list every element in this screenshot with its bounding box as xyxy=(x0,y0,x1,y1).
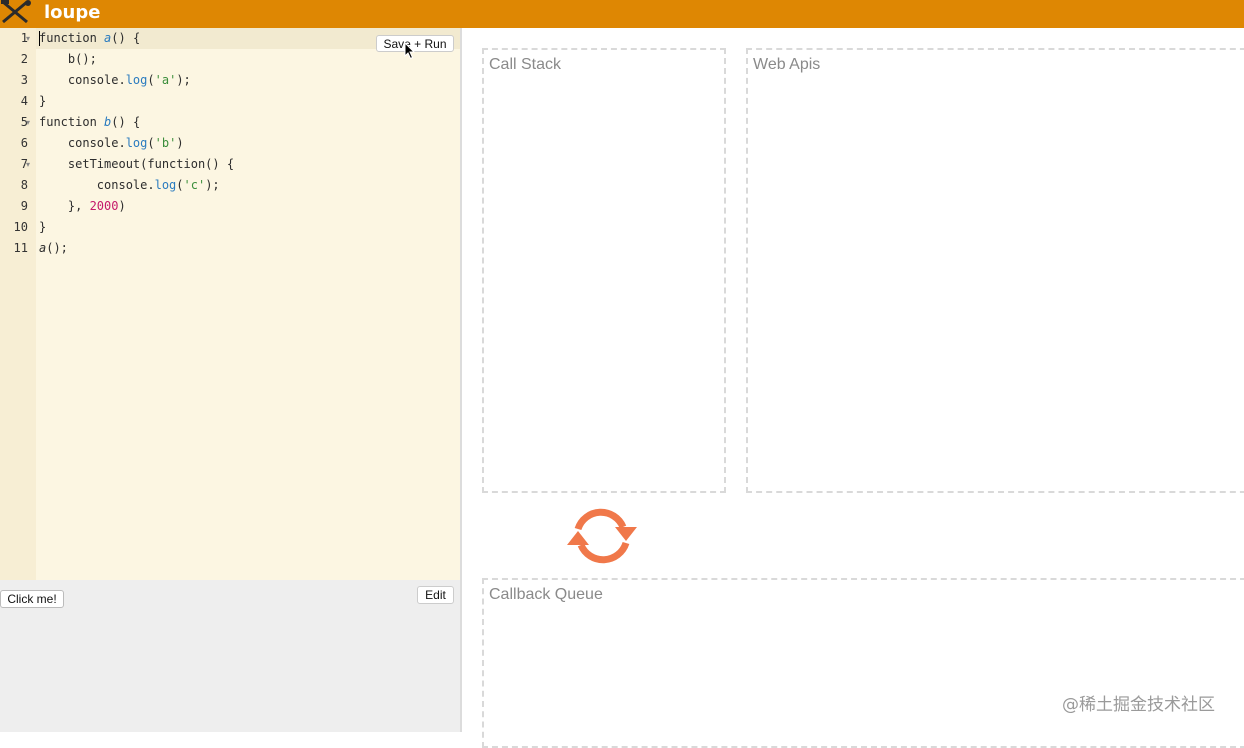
call-stack-box: Call Stack xyxy=(482,48,726,493)
crossed-tools-logo-icon xyxy=(1,0,31,24)
click-me-button[interactable]: Click me! xyxy=(0,590,64,608)
line-number: 10 xyxy=(13,220,28,234)
line-number: 1 xyxy=(20,31,28,45)
event-loop-icon xyxy=(567,508,637,564)
html-output-panel: Click me! Edit xyxy=(0,580,460,732)
code-line[interactable]: console.log('a'); xyxy=(39,70,191,91)
line-number: 4 xyxy=(20,94,28,108)
code-text: console. xyxy=(39,73,126,87)
code-line[interactable]: } xyxy=(39,91,46,112)
code-text: }, xyxy=(39,199,90,213)
code-line[interactable]: console.log('b') xyxy=(39,133,184,154)
string-literal: 'b' xyxy=(154,136,177,150)
line-number: 6 xyxy=(20,136,28,150)
app-title: loupe xyxy=(44,2,101,23)
code-text: console. xyxy=(39,178,155,192)
code-text: ) xyxy=(176,136,184,150)
code-text: () { xyxy=(111,31,141,45)
call-stack-label: Call Stack xyxy=(489,56,562,73)
panel-divider[interactable] xyxy=(460,28,462,732)
code-line[interactable]: function b() { xyxy=(39,112,140,133)
method-name: log xyxy=(125,136,148,150)
web-apis-label: Web Apis xyxy=(753,56,821,73)
text-cursor xyxy=(39,31,40,46)
line-number: 9 xyxy=(20,199,28,213)
line-number: 11 xyxy=(13,241,28,255)
code-editor[interactable]: 1 ▾ 2 3 4 5 ▾ 6 7 ▾ 8 9 10 11 function a… xyxy=(0,28,460,580)
code-line[interactable]: } xyxy=(39,217,46,238)
code-text: () { xyxy=(111,115,141,129)
edit-button[interactable]: Edit xyxy=(417,586,454,604)
fold-arrow-icon[interactable]: ▾ xyxy=(26,154,34,175)
keyword: function xyxy=(39,31,105,45)
fold-arrow-icon[interactable]: ▾ xyxy=(26,112,34,133)
code-line[interactable]: a(); xyxy=(39,238,68,259)
code-text: ( xyxy=(176,178,184,192)
code-line[interactable]: function a() { xyxy=(39,28,140,49)
code-text: ( xyxy=(147,136,155,150)
method-name: log xyxy=(125,73,148,87)
code-text: ); xyxy=(205,178,220,192)
number-literal: 2000 xyxy=(89,199,119,213)
mouse-pointer-icon xyxy=(404,42,416,60)
line-number: 7 xyxy=(20,157,28,171)
line-number: 2 xyxy=(20,52,28,66)
watermark: @稀土掘金技术社区 xyxy=(1062,695,1215,715)
line-number: 3 xyxy=(20,73,28,87)
web-apis-box: Web Apis xyxy=(746,48,1244,493)
string-literal: 'a' xyxy=(154,73,177,87)
code-text: ); xyxy=(176,73,191,87)
code-text: (); xyxy=(46,241,68,255)
string-literal: 'c' xyxy=(183,178,206,192)
line-number: 8 xyxy=(20,178,28,192)
code-text: ) xyxy=(118,199,126,213)
keyword: function xyxy=(39,115,105,129)
method-name: log xyxy=(154,178,177,192)
code-line[interactable]: console.log('c'); xyxy=(39,175,220,196)
code-line[interactable]: }, 2000) xyxy=(39,196,126,217)
callback-queue-label: Callback Queue xyxy=(489,586,603,603)
code-line[interactable]: b(); xyxy=(39,49,97,70)
line-number: 5 xyxy=(20,115,28,129)
callback-queue-box: Callback Queue xyxy=(482,578,1244,748)
line-gutter: 1 ▾ 2 3 4 5 ▾ 6 7 ▾ 8 9 10 11 xyxy=(0,28,36,580)
code-text: ( xyxy=(147,73,155,87)
fold-arrow-icon[interactable]: ▾ xyxy=(26,28,34,49)
top-bar: loupe xyxy=(0,0,1244,28)
code-text: console. xyxy=(39,136,126,150)
code-line[interactable]: setTimeout(function() { xyxy=(39,154,234,175)
